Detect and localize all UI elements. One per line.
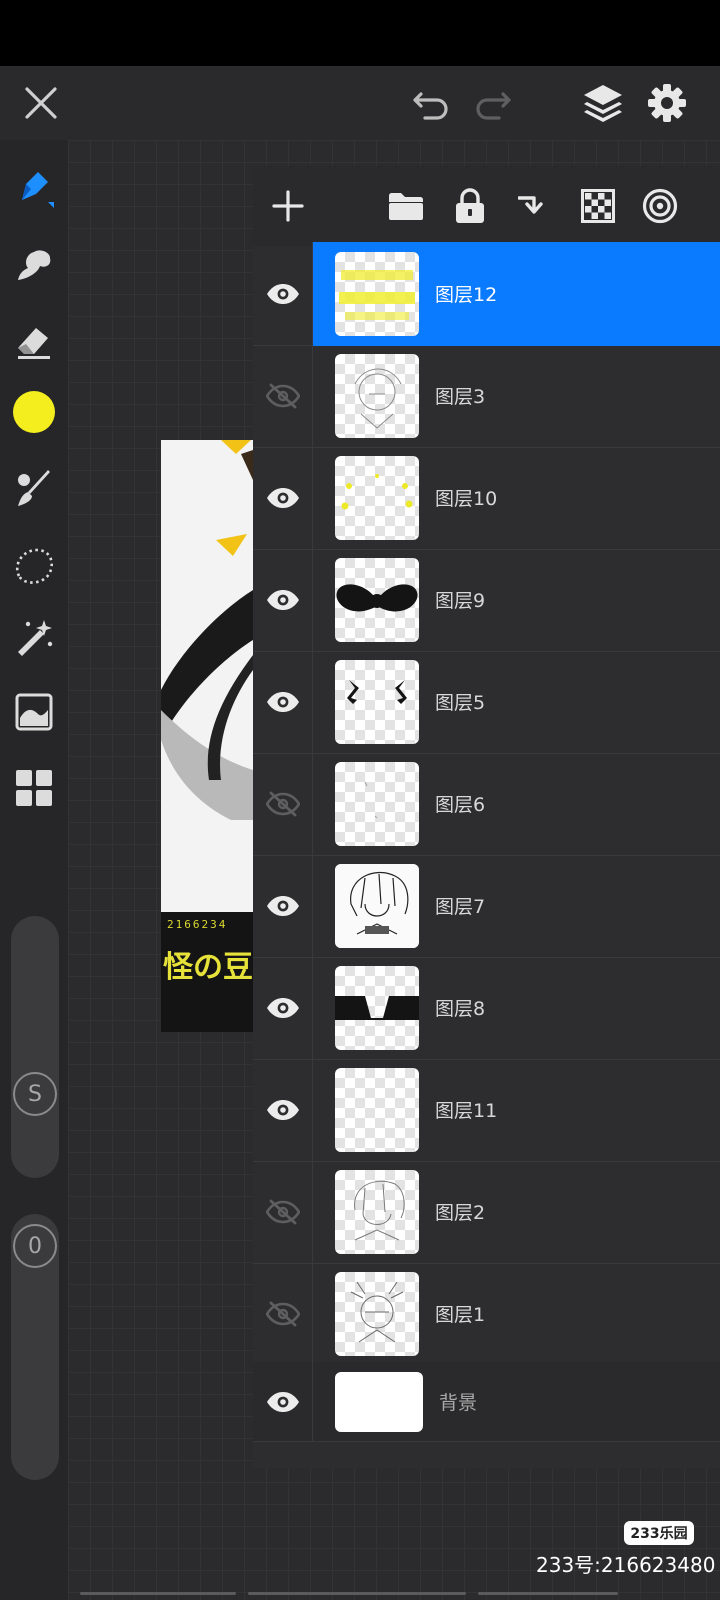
status-bar — [0, 0, 720, 66]
grid-icon[interactable] — [12, 766, 56, 810]
artwork-signature: 怪の豆 — [163, 950, 253, 985]
layer-body[interactable]: 图层8 — [313, 956, 720, 1060]
brush-size-knob[interactable]: S — [13, 1072, 57, 1116]
scroll-indicator — [478, 1592, 618, 1595]
smudge-icon[interactable] — [12, 242, 56, 286]
eye-icon[interactable] — [253, 956, 313, 1060]
eye-icon[interactable] — [253, 446, 313, 550]
layer-body[interactable]: 图层6 — [313, 752, 720, 856]
transparency-icon[interactable] — [575, 183, 621, 229]
brush-size-slider[interactable] — [11, 916, 59, 1178]
lasso-icon[interactable] — [12, 544, 56, 588]
layer-body[interactable]: 图层1 — [313, 1262, 720, 1366]
layer-name: 图层7 — [435, 896, 486, 918]
layer-row[interactable]: 图层6 — [253, 752, 720, 856]
layer-row[interactable]: 图层10 — [253, 446, 720, 550]
target-icon[interactable] — [637, 183, 683, 229]
layer-thumbnail — [335, 1372, 423, 1432]
pencil-icon[interactable] — [12, 166, 56, 210]
layer-body[interactable]: 图层9 — [313, 548, 720, 652]
layer-thumbnail — [335, 354, 419, 438]
layer-row[interactable]: 图层5 — [253, 650, 720, 754]
layer-body[interactable]: 图层11 — [313, 1058, 720, 1162]
layer-name: 图层3 — [435, 386, 486, 408]
layer-row[interactable]: 图层3 — [253, 344, 720, 448]
layer-thumbnail — [335, 762, 419, 846]
eye-icon[interactable] — [253, 854, 313, 958]
layer-name: 图层5 — [435, 692, 486, 714]
gear-icon[interactable] — [644, 80, 690, 126]
layer-thumbnail — [335, 660, 419, 744]
layer-row[interactable]: 图层11 — [253, 1058, 720, 1162]
undo-icon[interactable] — [408, 80, 454, 126]
artwork-preview: 2166234 怪の豆 — [161, 440, 253, 1032]
eye-icon[interactable] — [253, 650, 313, 754]
layer-row[interactable]: 图层2 — [253, 1160, 720, 1264]
layer-body[interactable]: 图层7 — [313, 854, 720, 958]
scroll-indicator — [80, 1592, 236, 1595]
scroll-indicator — [248, 1592, 466, 1595]
layer-thumbnail — [335, 966, 419, 1050]
merge-down-icon[interactable] — [511, 183, 557, 229]
magic-wand-icon[interactable] — [12, 616, 56, 660]
layers-icon[interactable] — [580, 80, 626, 126]
layer-row[interactable]: 图层1 — [253, 1262, 720, 1366]
layer-thumbnail — [335, 864, 419, 948]
layer-body[interactable]: 图层12 — [313, 242, 720, 346]
layer-thumbnail — [335, 1170, 419, 1254]
layers-panel: 图层12 图层3 图层10 图层9 图层5 图层6 图层7 图层8 图层11 图层2 图层1 背景 — [253, 166, 720, 1468]
eraser-icon[interactable] — [12, 320, 56, 364]
redo-icon[interactable] — [470, 80, 516, 126]
top-bar — [0, 66, 720, 140]
eye-icon[interactable] — [253, 1058, 313, 1162]
layer-name: 图层2 — [435, 1202, 486, 1224]
eye-hidden-icon[interactable] — [253, 344, 313, 448]
layer-body[interactable]: 背景 — [313, 1362, 720, 1442]
eye-icon[interactable] — [253, 548, 313, 652]
layer-body[interactable]: 图层10 — [313, 446, 720, 550]
brush-icon[interactable] — [12, 466, 56, 510]
folder-icon[interactable] — [383, 183, 429, 229]
eye-hidden-icon[interactable] — [253, 1160, 313, 1264]
layers-panel-header — [253, 166, 720, 246]
layer-thumbnail — [335, 1068, 419, 1152]
layer-thumbnail — [335, 456, 419, 540]
eye-hidden-icon[interactable] — [253, 752, 313, 856]
color-swatch[interactable] — [12, 390, 56, 434]
layer-body[interactable]: 图层5 — [313, 650, 720, 754]
layer-name: 图层10 — [435, 488, 498, 510]
lock-icon[interactable] — [447, 183, 493, 229]
tool-sidebar: S 0 — [0, 140, 68, 1600]
artwork-signature-number: 2166234 — [167, 918, 228, 931]
close-icon[interactable] — [18, 80, 64, 126]
layer-row[interactable]: 图层12 — [253, 242, 720, 346]
layer-name: 图层9 — [435, 590, 486, 612]
layer-row[interactable]: 图层8 — [253, 956, 720, 1060]
layer-name: 背景 — [439, 1392, 478, 1414]
layer-name: 图层11 — [435, 1100, 498, 1122]
layer-name: 图层6 — [435, 794, 486, 816]
layer-name: 图层8 — [435, 998, 486, 1020]
layer-thumbnail — [335, 1272, 419, 1356]
eye-icon[interactable] — [253, 1362, 313, 1442]
layer-thumbnail — [335, 558, 419, 642]
layer-name: 图层12 — [435, 284, 498, 306]
watermark-text: 233号:216623480 — [536, 1553, 716, 1577]
layer-row[interactable]: 图层7 — [253, 854, 720, 958]
opacity-knob[interactable]: 0 — [13, 1224, 57, 1268]
eye-icon[interactable] — [253, 242, 313, 346]
adjust-icon[interactable] — [12, 690, 56, 734]
layer-thumbnail — [335, 252, 419, 336]
eye-hidden-icon[interactable] — [253, 1262, 313, 1366]
add-layer-icon[interactable] — [265, 183, 311, 229]
layer-body[interactable]: 图层3 — [313, 344, 720, 448]
layer-name: 图层1 — [435, 1304, 486, 1326]
layer-row[interactable]: 背景 — [253, 1362, 720, 1442]
watermark-badge: 233乐园 — [624, 1521, 694, 1545]
layer-body[interactable]: 图层2 — [313, 1160, 720, 1264]
layer-row[interactable]: 图层9 — [253, 548, 720, 652]
